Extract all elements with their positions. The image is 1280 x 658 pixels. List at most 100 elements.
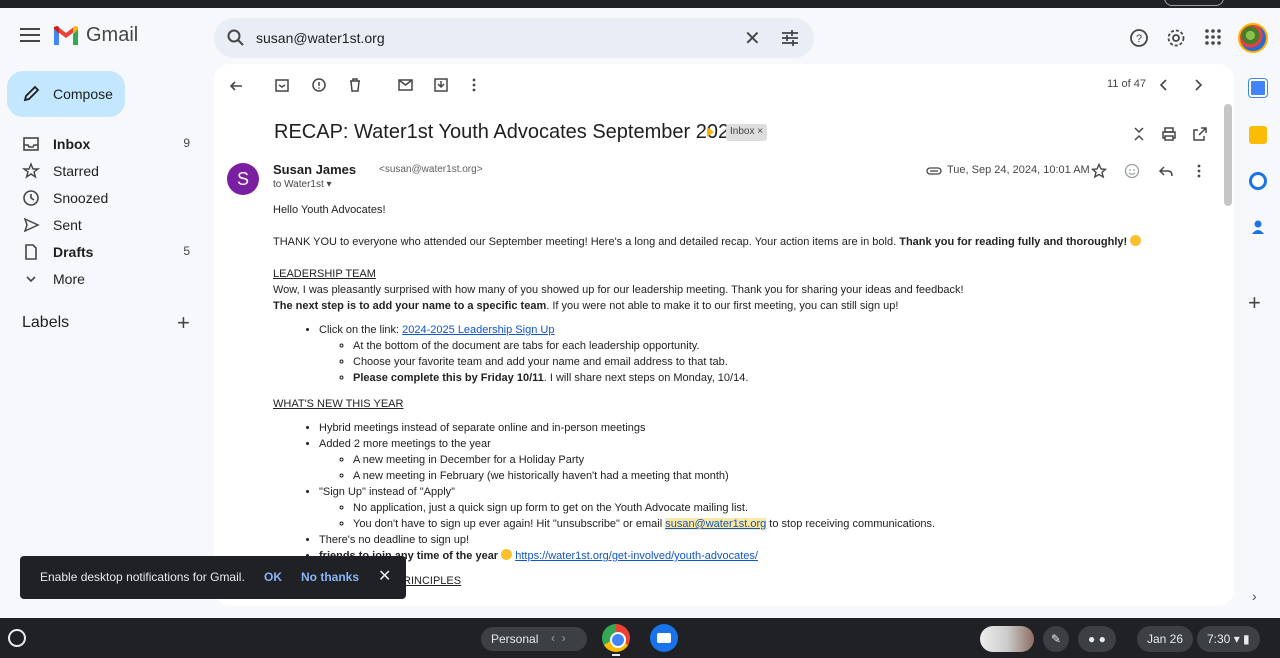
- nav-label: Inbox: [53, 136, 91, 152]
- svg-text:?: ?: [1136, 33, 1142, 45]
- main-menu-icon[interactable]: [20, 28, 40, 46]
- chrome-icon[interactable]: [602, 624, 630, 652]
- settings-gear-icon[interactable]: [1166, 28, 1186, 48]
- gmail-m-icon: [54, 25, 78, 45]
- send-icon: [23, 217, 40, 233]
- recipient-line[interactable]: to Water1st ▾: [273, 179, 332, 190]
- whats-new-list: Hybrid meetings instead of separate onli…: [319, 420, 1213, 564]
- clear-search-icon[interactable]: ✕: [744, 26, 761, 51]
- search-input[interactable]: susan@water1st.org: [256, 30, 385, 46]
- status-icons[interactable]: ● ●: [1078, 626, 1116, 652]
- tasks-icon[interactable]: [1249, 172, 1267, 190]
- desk-switcher[interactable]: Personal ‹ ›: [481, 627, 587, 651]
- leadership-p2-rest: . If you were not able to make it to our…: [546, 300, 899, 312]
- nav-item-more[interactable]: More: [0, 266, 200, 292]
- keep-icon[interactable]: [1249, 126, 1267, 144]
- email-body: Hello Youth Advocates! THANK YOU to ever…: [273, 202, 1213, 589]
- new3b-pre: You don't have to sign up ever again! Hi…: [353, 518, 666, 530]
- attachment-icon: [926, 167, 942, 175]
- nav-label: Drafts: [53, 244, 94, 260]
- search-bar[interactable]: susan@water1st.org ✕: [214, 18, 814, 58]
- principles-heading: RINCIPLES: [403, 575, 462, 587]
- chevron-down-icon: [26, 276, 36, 283]
- compose-button[interactable]: Compose: [7, 71, 125, 117]
- stylus-icon[interactable]: ✎: [1043, 626, 1069, 652]
- sender-avatar[interactable]: S: [227, 163, 259, 195]
- draft-count: 5: [183, 244, 190, 258]
- labels-heading: Labels: [22, 314, 70, 331]
- report-spam-icon[interactable]: [311, 77, 327, 93]
- scrollbar-thumb[interactable]: [1224, 104, 1232, 206]
- email-link[interactable]: susan@water1st.org: [665, 518, 767, 530]
- list-item: A new meeting in February (we historical…: [353, 468, 1213, 484]
- desk-arrows-icon[interactable]: ‹ ›: [551, 631, 566, 645]
- snackbar-message: Enable desktop notifications for Gmail.: [40, 570, 245, 584]
- recipient-dropdown-icon[interactable]: ▾: [327, 179, 332, 190]
- nav-label: Snoozed: [53, 190, 109, 206]
- more-vert-icon[interactable]: [1195, 163, 1203, 179]
- get-addons-icon[interactable]: +: [1248, 290, 1261, 316]
- move-to-icon[interactable]: [433, 77, 449, 93]
- emoji-reaction-icon[interactable]: [1124, 163, 1140, 179]
- more-vert-icon[interactable]: [470, 77, 478, 93]
- pagination-count: 11 of 47: [1107, 78, 1146, 90]
- sender-name[interactable]: Susan James: [273, 162, 356, 177]
- gmail-logo[interactable]: Gmail: [52, 24, 138, 47]
- thanks-paragraph: THANK YOU to everyone who attended our S…: [273, 234, 1213, 250]
- archive-icon[interactable]: [274, 77, 290, 93]
- date-display[interactable]: Jan 26: [1137, 626, 1194, 652]
- deadline-rest: . I will share next steps on Monday, 10/…: [543, 372, 749, 384]
- add-label-icon[interactable]: +: [177, 310, 190, 336]
- email-view: 11 of 47 RECAP: Water1st Youth Advocates…: [214, 64, 1234, 606]
- open-new-window-icon[interactable]: [1192, 126, 1208, 142]
- list-item: Hybrid meetings instead of separate onli…: [319, 420, 1213, 436]
- print-icon[interactable]: [1161, 126, 1177, 142]
- nav-item-inbox[interactable]: Inbox 9: [0, 131, 200, 157]
- gmail-wordmark: Gmail: [86, 24, 139, 46]
- mark-unread-icon[interactable]: [397, 77, 415, 93]
- new3-text: "Sign Up" instead of "Apply": [319, 486, 456, 498]
- clock-status-area[interactable]: 7:30 ▾ ▮: [1197, 626, 1260, 652]
- close-icon[interactable]: ✕: [378, 566, 391, 586]
- notification-snackbar: Enable desktop notifications for Gmail. …: [20, 556, 406, 599]
- search-icon[interactable]: [226, 28, 246, 48]
- calendar-icon[interactable]: [1249, 79, 1267, 97]
- nav-item-snoozed[interactable]: Snoozed: [0, 185, 200, 211]
- youth-advocates-link[interactable]: https://water1st.org/get-involved/youth-…: [515, 550, 758, 562]
- list-item: You don't have to sign up ever again! Hi…: [353, 516, 1213, 532]
- star-icon[interactable]: [1091, 163, 1107, 179]
- list-item: "Sign Up" instead of "Apply" No applicat…: [319, 484, 1213, 532]
- collapse-all-icon[interactable]: [1132, 126, 1146, 142]
- importance-marker-icon[interactable]: [707, 127, 714, 137]
- inbox-label-chip[interactable]: Inbox ×: [726, 124, 768, 141]
- deadline-bold: Please complete this by Friday 10/11: [353, 372, 544, 384]
- leadership-signup-link[interactable]: 2024-2025 Leadership Sign Up: [402, 324, 554, 336]
- apps-grid-icon[interactable]: [1204, 28, 1222, 46]
- desk-name: Personal: [491, 632, 539, 646]
- window-pill: [1164, 0, 1224, 6]
- launcher-icon[interactable]: [8, 629, 26, 647]
- back-arrow-icon[interactable]: [228, 78, 244, 94]
- thanks-text: THANK YOU to everyone who attended our S…: [273, 236, 900, 248]
- contacts-icon[interactable]: [1249, 218, 1267, 236]
- nav-item-drafts[interactable]: Drafts 5: [0, 239, 200, 265]
- nav-item-sent[interactable]: Sent: [0, 212, 200, 238]
- leadership-p2-bold: The next step is to add your name to a s…: [273, 300, 547, 312]
- list-item: Added 2 more meetings to the year A new …: [319, 436, 1213, 484]
- show-side-panel-icon[interactable]: ›: [1252, 588, 1257, 604]
- star-icon: [22, 162, 40, 179]
- search-options-icon[interactable]: [780, 28, 800, 48]
- account-avatar[interactable]: [1238, 23, 1268, 53]
- files-icon[interactable]: [650, 624, 678, 652]
- snackbar-ok-button[interactable]: OK: [264, 570, 282, 584]
- help-icon[interactable]: ?: [1129, 28, 1149, 48]
- snackbar-no-thanks-button[interactable]: No thanks: [301, 570, 359, 584]
- list-item: A new meeting in December for a Holiday …: [353, 452, 1213, 468]
- trash-icon[interactable]: [347, 77, 363, 93]
- reply-icon[interactable]: [1158, 163, 1174, 179]
- holding-space-thumbnails[interactable]: [980, 626, 1034, 652]
- nav-item-starred[interactable]: Starred: [0, 158, 200, 184]
- chevron-right-icon[interactable]: [1192, 77, 1204, 93]
- chevron-left-icon[interactable]: [1158, 77, 1170, 93]
- recipient-text: to Water1st: [273, 179, 324, 190]
